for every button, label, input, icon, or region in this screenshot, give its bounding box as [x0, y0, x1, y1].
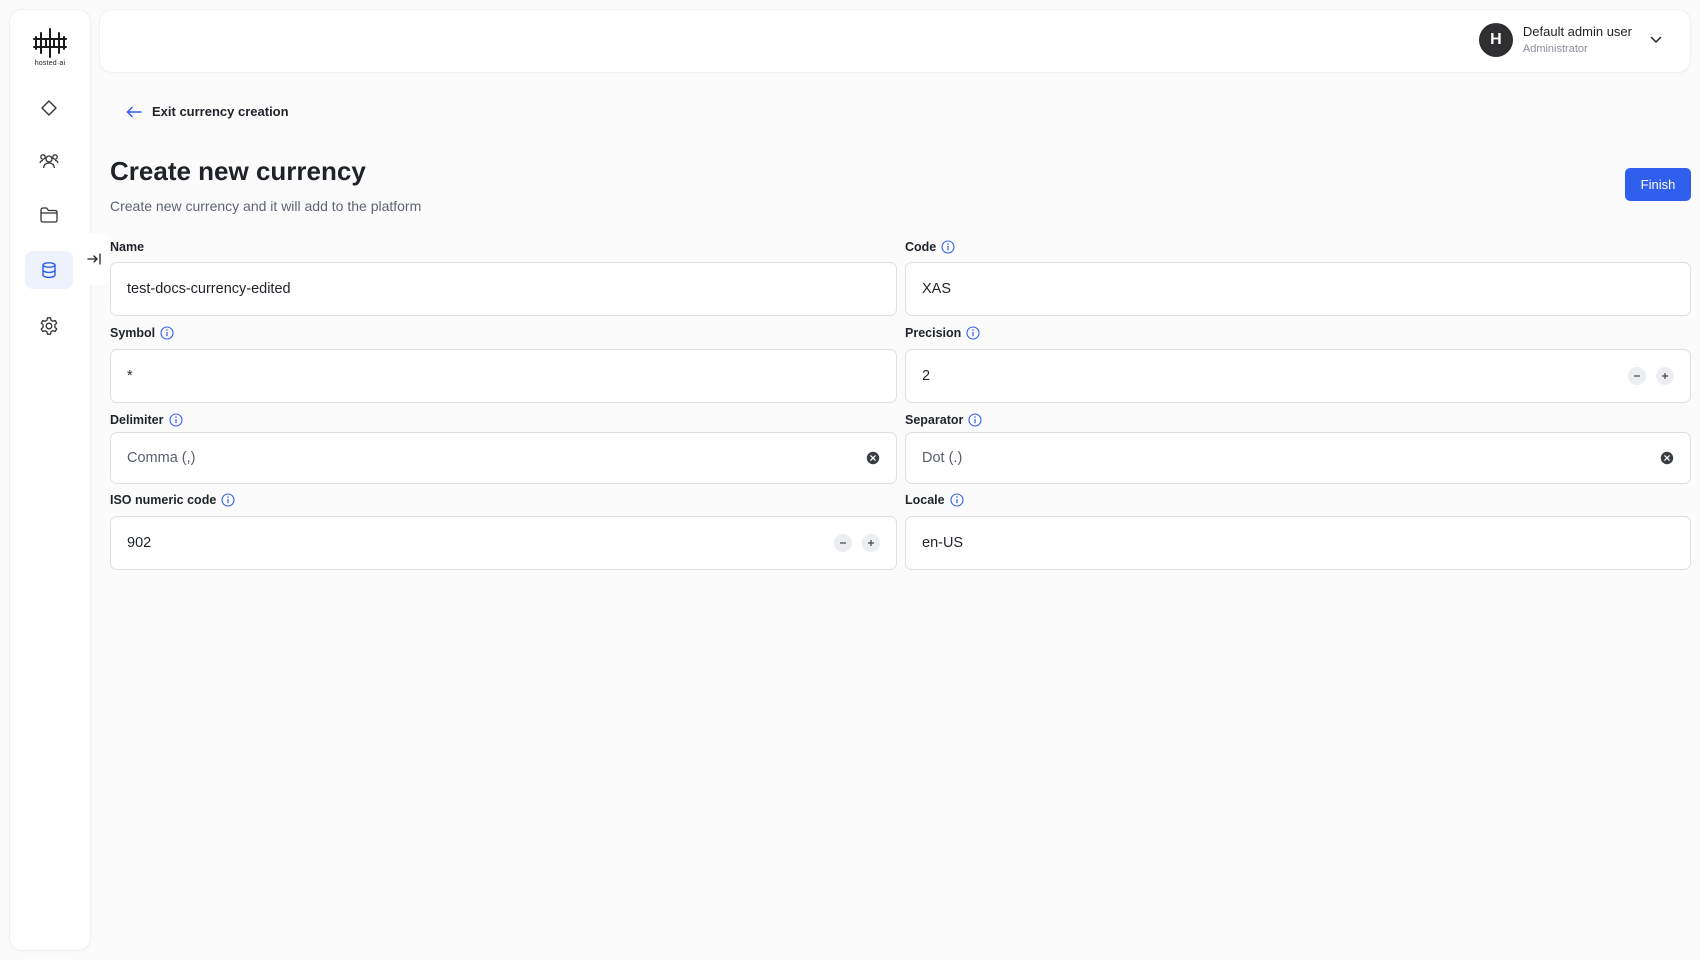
iso-numeric-code-stepper[interactable]: 902	[110, 516, 897, 570]
user-role: Administrator	[1522, 42, 1588, 55]
folder-icon	[40, 207, 58, 223]
finish-button[interactable]: Finish	[1625, 168, 1691, 201]
locale-value: en-US	[922, 535, 964, 551]
plus-icon	[1662, 373, 1668, 379]
sidebar-item-projects[interactable]	[25, 196, 73, 234]
delimiter-value: Comma (,)	[127, 450, 196, 466]
user-menu[interactable]: H Default admin user Administrator	[1478, 23, 1662, 57]
precision-label: Precision	[905, 326, 980, 340]
exit-currency-creation-label: Exit currency creation	[152, 104, 289, 119]
increment-button[interactable]	[862, 534, 880, 552]
symbol-value: *	[127, 368, 133, 384]
precision-stepper[interactable]: 2	[905, 349, 1691, 403]
logo-text: hosted·ai	[34, 60, 66, 67]
clear-separator-button[interactable]	[1660, 451, 1674, 465]
code-label-text: Code	[905, 240, 937, 254]
increment-button[interactable]	[1656, 367, 1674, 385]
delimiter-label-text: Delimiter	[110, 413, 164, 427]
sidebar: hosted·ai	[10, 10, 90, 950]
separator-value: Dot (.)	[922, 450, 963, 466]
code-label: Code	[905, 240, 955, 254]
locale-label: Locale	[905, 493, 964, 507]
code-field[interactable]: XAS	[905, 262, 1691, 316]
info-icon[interactable]	[941, 240, 955, 254]
arrow-left-icon	[126, 106, 142, 117]
name-label-text: Name	[110, 240, 145, 254]
avatar: H	[1478, 23, 1513, 57]
minus-icon	[1634, 375, 1640, 377]
logo[interactable]: hosted·ai	[30, 28, 70, 76]
decrement-button[interactable]	[834, 534, 852, 552]
top-bar: H Default admin user Administrator	[100, 10, 1690, 72]
delimiter-label: Delimiter	[110, 413, 183, 427]
name-label: Name	[110, 240, 144, 254]
decrement-button[interactable]	[1628, 367, 1646, 385]
page-title: Create new currency	[110, 156, 366, 186]
iso-numeric-code-label-text: ISO numeric code	[110, 493, 217, 507]
clear-icon	[1660, 451, 1674, 465]
info-icon[interactable]	[966, 326, 980, 340]
expand-sidebar-icon	[87, 253, 101, 265]
code-value: XAS	[922, 281, 952, 297]
info-icon[interactable]	[950, 493, 964, 507]
iso-numeric-code-value: 902	[127, 535, 152, 551]
symbol-label: Symbol	[110, 326, 174, 340]
gear-icon	[40, 317, 58, 335]
plus-icon	[868, 540, 874, 546]
exit-currency-creation-link[interactable]: Exit currency creation	[126, 104, 289, 119]
precision-value: 2	[922, 368, 931, 384]
info-icon[interactable]	[221, 493, 235, 507]
users-icon	[39, 154, 59, 169]
locale-field[interactable]: en-US	[905, 516, 1691, 570]
info-icon[interactable]	[168, 413, 183, 427]
locale-label-text: Locale	[905, 493, 945, 507]
app-root: hosted·ai H Default admin user Administr…	[0, 0, 1700, 960]
delimiter-select[interactable]: Comma (,)	[110, 432, 897, 484]
clear-delimiter-button[interactable]	[866, 451, 880, 465]
sidebar-item-users[interactable]	[25, 142, 73, 180]
iso-numeric-code-label: ISO numeric code	[110, 493, 235, 507]
symbol-label-text: Symbol	[110, 326, 156, 340]
separator-select[interactable]: Dot (.)	[905, 432, 1691, 484]
clear-icon	[866, 451, 880, 465]
minus-icon	[840, 542, 846, 544]
sidebar-item-billing[interactable]	[25, 251, 73, 289]
sidebar-item-dashboard[interactable]	[25, 89, 73, 127]
name-field[interactable]: test-docs-currency-edited	[110, 262, 897, 316]
symbol-field[interactable]: *	[110, 349, 897, 403]
logo-icon	[33, 28, 67, 58]
page-subtitle: Create new currency and it will add to t…	[110, 198, 422, 214]
user-name: Default admin user	[1522, 24, 1632, 40]
expand-sidebar-button[interactable]	[80, 233, 110, 285]
sidebar-item-settings[interactable]	[25, 307, 73, 345]
separator-label-text: Separator	[905, 413, 964, 427]
diamond-icon	[41, 100, 57, 116]
info-icon[interactable]	[968, 413, 982, 427]
coins-icon	[42, 262, 56, 279]
separator-label: Separator	[905, 413, 982, 427]
precision-label-text: Precision	[905, 326, 962, 340]
info-icon[interactable]	[160, 326, 174, 340]
chevron-down-icon	[1650, 36, 1662, 43]
name-value: test-docs-currency-edited	[127, 281, 291, 297]
